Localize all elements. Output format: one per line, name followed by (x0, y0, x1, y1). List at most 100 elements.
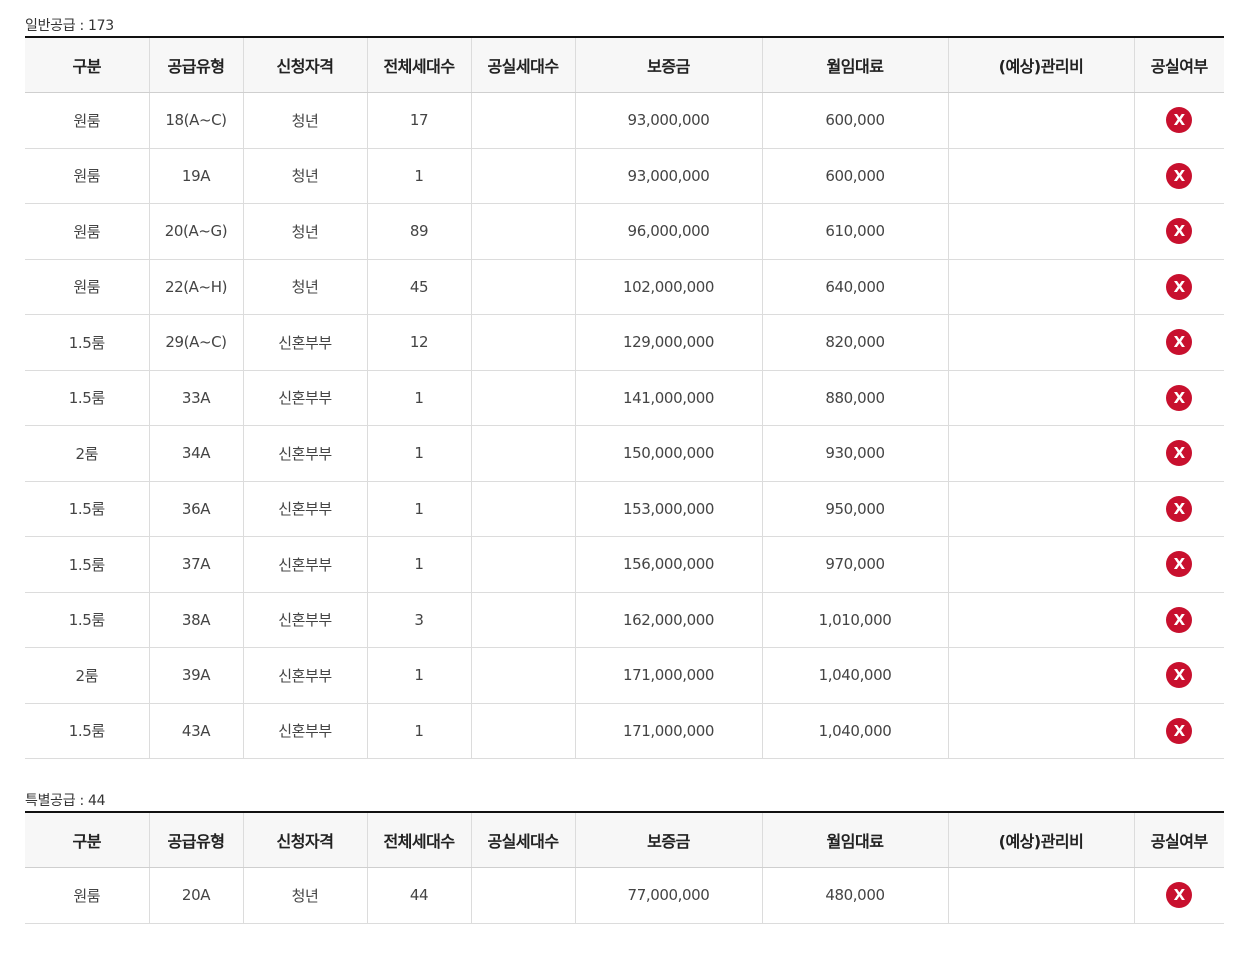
cell-type: 원룸 (25, 259, 149, 315)
cell-deposit: 162,000,000 (574, 592, 762, 648)
table-row: 원룸 20(A~G) 청년 89 96,000,000 610,000 X (25, 203, 1224, 260)
general-supply-title: 일반공급 : 173 (25, 18, 114, 34)
x-icon: X (1166, 162, 1193, 189)
cell-supply-type: 18(A~C) (148, 92, 243, 149)
cell-supply-type: 43A (148, 703, 243, 759)
cell-vacant-units (470, 592, 575, 648)
cell-monthly-rent: 610,000 (761, 203, 948, 260)
cell-total-units: 3 (366, 592, 471, 648)
cell-vacancy: X (1133, 425, 1224, 482)
cell-vacancy: X (1133, 203, 1224, 260)
special-supply-table: 구분 공급유형 신청자격 전체세대수 공실세대수 보증금 월임대료 (예상)관리… (25, 811, 1224, 924)
cell-monthly-rent: 480,000 (761, 867, 948, 924)
cell-deposit: 141,000,000 (574, 370, 762, 426)
cell-vacant-units (470, 148, 575, 204)
cell-qualification: 신혼부부 (242, 370, 367, 426)
cell-deposit: 93,000,000 (574, 92, 762, 149)
cell-vacancy: X (1133, 647, 1224, 704)
col-header-type: 구분 (25, 812, 149, 868)
x-icon: X (1166, 662, 1193, 689)
cell-monthly-rent: 1,040,000 (761, 647, 948, 704)
col-header-deposit: 보증금 (574, 812, 762, 868)
cell-type: 2룸 (25, 425, 149, 482)
cell-total-units: 1 (366, 647, 471, 704)
cell-supply-type: 37A (148, 536, 243, 593)
special-supply-title: 특별공급 : 44 (25, 793, 106, 809)
cell-total-units: 1 (366, 425, 471, 482)
col-header-total-units: 전체세대수 (366, 37, 471, 93)
cell-maintenance-fee (947, 259, 1134, 315)
cell-supply-type: 22(A~H) (148, 259, 243, 315)
cell-supply-type: 36A (148, 481, 243, 537)
col-header-vacancy: 공실여부 (1133, 812, 1224, 868)
cell-total-units: 17 (366, 92, 471, 149)
x-icon: X (1166, 273, 1193, 300)
cell-qualification: 신혼부부 (242, 425, 367, 482)
cell-supply-type: 29(A~C) (148, 314, 243, 371)
cell-type: 원룸 (25, 867, 149, 924)
cell-type: 원룸 (25, 92, 149, 149)
cell-vacancy: X (1133, 92, 1224, 149)
cell-maintenance-fee (947, 314, 1134, 371)
cell-vacancy: X (1133, 148, 1224, 204)
cell-type: 2룸 (25, 647, 149, 704)
cell-maintenance-fee (947, 425, 1134, 482)
cell-supply-type: 34A (148, 425, 243, 482)
x-icon: X (1166, 882, 1193, 909)
cell-monthly-rent: 600,000 (761, 148, 948, 204)
cell-supply-type: 38A (148, 592, 243, 648)
table-row: 1.5룸 33A 신혼부부 1 141,000,000 880,000 X (25, 370, 1224, 426)
cell-monthly-rent: 950,000 (761, 481, 948, 537)
cell-monthly-rent: 820,000 (761, 314, 948, 371)
special-supply-section: 특별공급 : 44 구분 공급유형 신청자격 전체세대수 공실세대수 보증금 월… (25, 791, 1224, 924)
cell-vacant-units (470, 259, 575, 315)
col-header-supply-type: 공급유형 (148, 37, 243, 93)
cell-type: 1.5룸 (25, 592, 149, 648)
cell-vacant-units (470, 647, 575, 704)
cell-maintenance-fee (947, 370, 1134, 426)
col-header-monthly-rent: 월임대료 (761, 37, 948, 93)
x-icon: X (1166, 440, 1193, 467)
cell-maintenance-fee (947, 703, 1134, 759)
x-icon: X (1166, 551, 1193, 578)
table-header-row: 구분 공급유형 신청자격 전체세대수 공실세대수 보증금 월임대료 (예상)관리… (25, 37, 1224, 93)
x-icon: X (1166, 384, 1193, 411)
cell-total-units: 89 (366, 203, 471, 260)
table-row: 1.5룸 38A 신혼부부 3 162,000,000 1,010,000 X (25, 592, 1224, 648)
cell-qualification: 신혼부부 (242, 592, 367, 648)
cell-vacant-units (470, 203, 575, 260)
cell-qualification: 청년 (242, 92, 367, 149)
cell-qualification: 신혼부부 (242, 481, 367, 537)
cell-monthly-rent: 600,000 (761, 92, 948, 149)
cell-monthly-rent: 880,000 (761, 370, 948, 426)
cell-maintenance-fee (947, 481, 1134, 537)
cell-deposit: 171,000,000 (574, 703, 762, 759)
general-supply-table: 구분 공급유형 신청자격 전체세대수 공실세대수 보증금 월임대료 (예상)관리… (25, 36, 1224, 759)
table-row: 원룸 22(A~H) 청년 45 102,000,000 640,000 X (25, 259, 1224, 315)
x-icon: X (1166, 218, 1193, 245)
cell-total-units: 1 (366, 481, 471, 537)
x-icon: X (1166, 107, 1193, 134)
cell-qualification: 신혼부부 (242, 314, 367, 371)
cell-deposit: 129,000,000 (574, 314, 762, 371)
cell-total-units: 1 (366, 703, 471, 759)
col-header-deposit: 보증금 (574, 37, 762, 93)
general-supply-section: 일반공급 : 173 구분 공급유형 신청자격 전체세대수 공실세대수 보증금 … (25, 16, 1224, 759)
cell-maintenance-fee (947, 867, 1134, 924)
table-header-row: 구분 공급유형 신청자격 전체세대수 공실세대수 보증금 월임대료 (예상)관리… (25, 812, 1224, 868)
cell-deposit: 102,000,000 (574, 259, 762, 315)
col-header-monthly-rent: 월임대료 (761, 812, 948, 868)
table-row: 1.5룸 43A 신혼부부 1 171,000,000 1,040,000 X (25, 703, 1224, 759)
col-header-total-units: 전체세대수 (366, 812, 471, 868)
cell-type: 원룸 (25, 203, 149, 260)
cell-supply-type: 39A (148, 647, 243, 704)
cell-qualification: 신혼부부 (242, 647, 367, 704)
cell-monthly-rent: 640,000 (761, 259, 948, 315)
cell-vacancy: X (1133, 867, 1224, 924)
cell-maintenance-fee (947, 92, 1134, 149)
cell-vacant-units (470, 370, 575, 426)
cell-vacant-units (470, 703, 575, 759)
cell-vacancy: X (1133, 259, 1224, 315)
cell-vacancy: X (1133, 314, 1224, 371)
table-row: 1.5룸 36A 신혼부부 1 153,000,000 950,000 X (25, 481, 1224, 537)
